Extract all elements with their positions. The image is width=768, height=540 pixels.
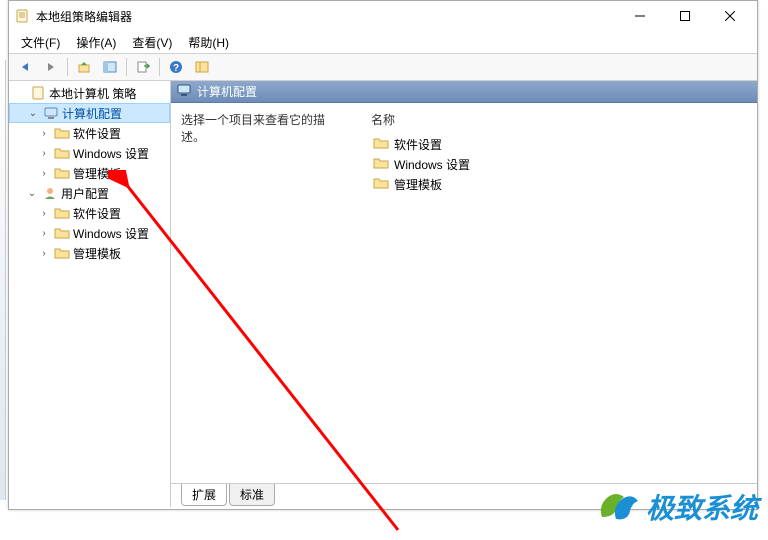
folder-icon: [54, 245, 70, 261]
tree-label: Windows 设置: [73, 225, 149, 242]
tree-computer-config[interactable]: ⌄ 计算机配置: [9, 103, 170, 123]
maximize-button[interactable]: [662, 2, 707, 30]
tree-user-software-settings[interactable]: › 软件设置: [9, 203, 170, 223]
list-item-templates[interactable]: 管理模板: [371, 174, 747, 194]
show-hide-tree-button[interactable]: [98, 56, 122, 78]
computer-icon: [177, 83, 191, 100]
tree-pane[interactable]: 本地计算机 策略 ⌄ 计算机配置 › 软件设置 › Windows 设置: [9, 81, 171, 507]
folder-icon: [54, 165, 70, 181]
list-item-label: 管理模板: [394, 176, 442, 193]
tree-admin-templates[interactable]: › 管理模板: [9, 163, 170, 183]
toolbar: ?: [9, 53, 757, 81]
toolbar-separator: [67, 58, 68, 76]
chevron-right-icon[interactable]: ›: [37, 146, 51, 160]
gpedit-window: 本地组策略编辑器 文件(F) 操作(A) 查看(V) 帮助(H) ?: [8, 0, 758, 510]
chevron-down-icon[interactable]: ⌄: [25, 186, 39, 200]
tree-user-admin-templates[interactable]: › 管理模板: [9, 243, 170, 263]
folder-icon: [373, 156, 389, 173]
chevron-right-icon[interactable]: ›: [37, 246, 51, 260]
folder-icon: [373, 176, 389, 193]
menu-view[interactable]: 查看(V): [124, 32, 180, 53]
export-button[interactable]: [131, 56, 155, 78]
chevron-right-icon[interactable]: ›: [37, 126, 51, 140]
menu-bar: 文件(F) 操作(A) 查看(V) 帮助(H): [9, 31, 757, 53]
detail-content: 选择一个项目来查看它的描述。 名称 软件设置 Windows 设置 管理模板: [171, 103, 757, 483]
window-title: 本地组策略编辑器: [36, 8, 617, 25]
tree-label: 软件设置: [73, 125, 121, 142]
tree-user-config[interactable]: ⌄ 用户配置: [9, 183, 170, 203]
detail-tabs: 扩展 标准: [171, 483, 757, 507]
detail-description: 选择一个项目来查看它的描述。: [181, 111, 341, 475]
help-button[interactable]: ?: [164, 56, 188, 78]
external-sliver: [0, 60, 6, 500]
tab-extended[interactable]: 扩展: [181, 484, 227, 506]
folder-icon: [54, 205, 70, 221]
chevron-right-icon[interactable]: ›: [37, 166, 51, 180]
folder-icon: [373, 136, 389, 153]
tree-windows-settings[interactable]: › Windows 设置: [9, 143, 170, 163]
tree-label: Windows 设置: [73, 145, 149, 162]
filter-button[interactable]: [190, 56, 214, 78]
toolbar-separator: [126, 58, 127, 76]
folder-icon: [54, 125, 70, 141]
client-area: 本地计算机 策略 ⌄ 计算机配置 › 软件设置 › Windows 设置: [9, 81, 757, 507]
detail-list: 名称 软件设置 Windows 设置 管理模板: [371, 111, 747, 475]
tree-label: 软件设置: [73, 205, 121, 222]
list-item-software[interactable]: 软件设置: [371, 134, 747, 154]
folder-icon: [54, 225, 70, 241]
minimize-button[interactable]: [617, 2, 662, 30]
menu-action[interactable]: 操作(A): [68, 32, 124, 53]
tree-label: 管理模板: [73, 165, 121, 182]
menu-file[interactable]: 文件(F): [13, 32, 68, 53]
chevron-right-icon[interactable]: ›: [37, 226, 51, 240]
forward-button[interactable]: [39, 56, 63, 78]
list-item-windows[interactable]: Windows 设置: [371, 154, 747, 174]
tree-label: 管理模板: [73, 245, 121, 262]
tree-root[interactable]: 本地计算机 策略: [9, 83, 170, 103]
expander-icon: [13, 86, 27, 100]
list-item-label: 软件设置: [394, 136, 442, 153]
tree-label: 计算机配置: [62, 105, 122, 122]
column-header-name[interactable]: 名称: [371, 111, 747, 128]
close-button[interactable]: [707, 2, 752, 30]
app-icon: [14, 8, 30, 24]
folder-icon: [54, 145, 70, 161]
up-button[interactable]: [72, 56, 96, 78]
tree-software-settings[interactable]: › 软件设置: [9, 123, 170, 143]
tree-label: 本地计算机 策略: [49, 85, 136, 102]
user-icon: [42, 185, 58, 201]
tab-standard[interactable]: 标准: [229, 484, 275, 506]
chevron-right-icon[interactable]: ›: [37, 206, 51, 220]
detail-pane: 计算机配置 选择一个项目来查看它的描述。 名称 软件设置 Windows 设置: [171, 81, 757, 507]
svg-text:?: ?: [173, 63, 179, 74]
toolbar-separator: [159, 58, 160, 76]
title-bar: 本地组策略编辑器: [9, 1, 757, 31]
policy-icon: [30, 85, 46, 101]
detail-header: 计算机配置: [171, 81, 757, 103]
chevron-down-icon[interactable]: ⌄: [26, 106, 40, 120]
back-button[interactable]: [13, 56, 37, 78]
window-controls: [617, 1, 752, 31]
detail-header-title: 计算机配置: [197, 83, 257, 100]
list-item-label: Windows 设置: [394, 156, 470, 173]
menu-help[interactable]: 帮助(H): [180, 32, 237, 53]
computer-icon: [43, 105, 59, 121]
tree-user-windows-settings[interactable]: › Windows 设置: [9, 223, 170, 243]
tree-label: 用户配置: [61, 185, 109, 202]
